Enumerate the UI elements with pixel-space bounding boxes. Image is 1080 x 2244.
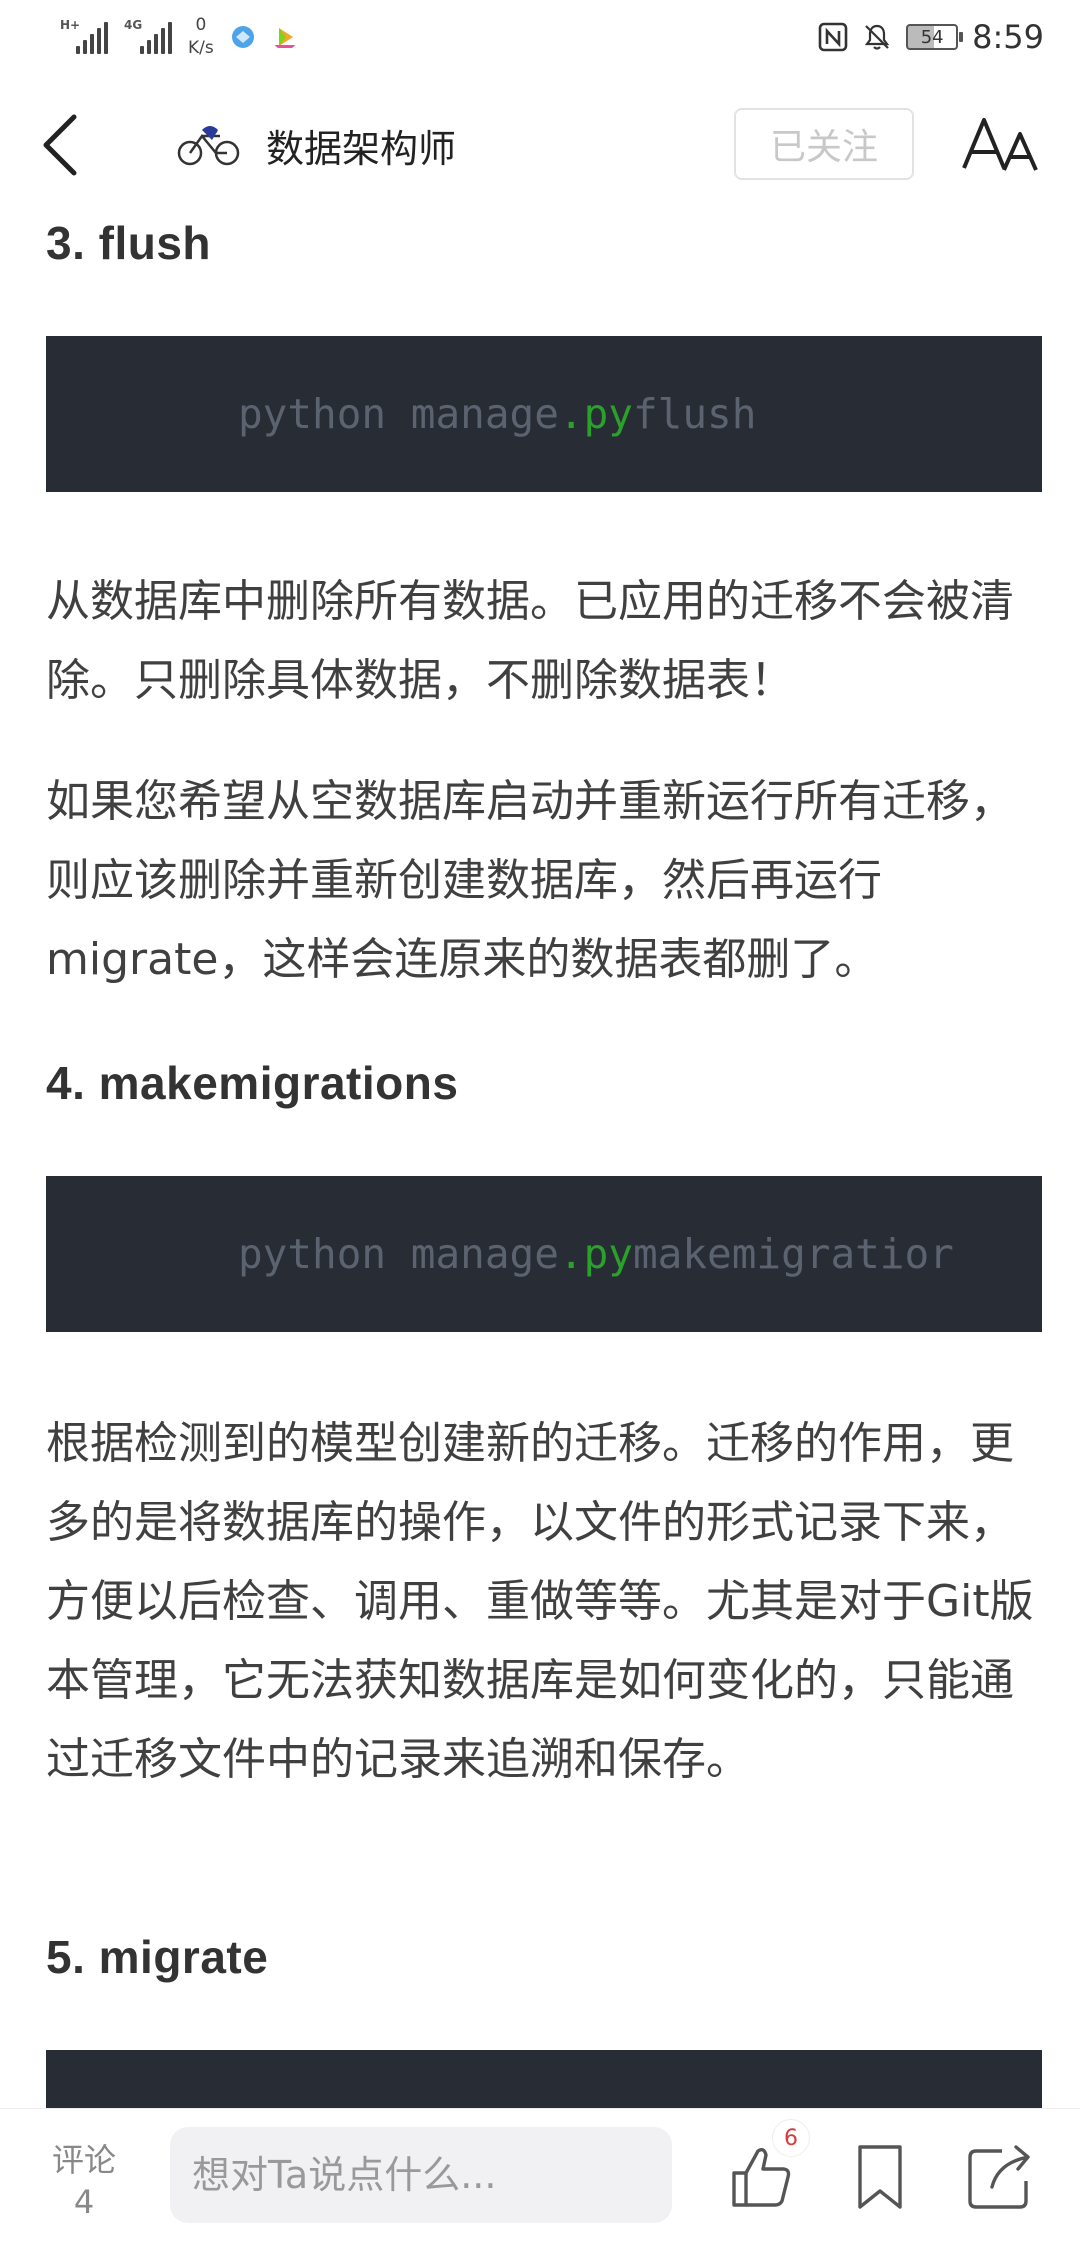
net-speed-value: 0 [195, 15, 207, 35]
clock: 8:59 [972, 18, 1044, 56]
section-heading: 5. migrate [46, 1931, 269, 1983]
net-speed-unit: K/s [188, 38, 214, 58]
bookmark-icon[interactable] [842, 2139, 918, 2215]
comment-input[interactable] [170, 2127, 672, 2223]
back-button[interactable] [40, 100, 110, 190]
share-icon[interactable] [962, 2139, 1038, 2215]
font-size-icon[interactable] [960, 110, 1040, 180]
battery-icon: 54 [906, 24, 964, 50]
bottom-action-bar: 评论 4 6 [0, 2108, 1080, 2244]
signal-tag: H+ [60, 18, 81, 32]
article-header: 数据架构师 已关注 [0, 90, 1080, 200]
author-name[interactable]: 数据架构师 [266, 118, 456, 173]
code-keyword: .py [558, 390, 633, 438]
code-block: python manage .py makemigratior [46, 1176, 1042, 1332]
signal-icon: H+ [60, 18, 108, 54]
code-text: python manage [238, 1230, 559, 1278]
section-heading: 4. makemigrations [46, 1057, 459, 1109]
chevron-left-icon [43, 114, 77, 176]
paragraph: 如果您希望从空数据库启动并重新运行所有迁移，则应该删除并重新创建数据库，然后再运… [46, 776, 1014, 985]
code-text: flush [632, 390, 757, 438]
paragraph: 从数据库中删除所有数据。已应用的迁移不会被清除。只删除具体数据，不删除数据表！ [46, 576, 1014, 706]
article-page: H+ 4G 0 K/s 54 8:59 数据架构师 已关注 3. flush p… [0, 0, 1080, 2244]
author-avatar[interactable] [176, 120, 242, 170]
status-bar: H+ 4G 0 K/s 54 8:59 [0, 0, 1080, 74]
code-text: python manage [238, 390, 559, 438]
code-keyword: .py [558, 1230, 633, 1278]
comment-count: 4 [73, 2183, 95, 2221]
comment-label: 评论 [51, 2141, 116, 2179]
nfc-icon [818, 22, 848, 52]
follow-button[interactable]: 已关注 [734, 108, 914, 180]
browser-app-icon [231, 26, 254, 48]
section-heading: 3. flush [46, 217, 212, 269]
code-block: python manage .py flush [46, 336, 1042, 492]
code-text: makemigratior [632, 1230, 954, 1278]
battery-level: 54 [920, 26, 944, 48]
like-count-badge: 6 [772, 2119, 810, 2157]
signal-icon: 4G [124, 18, 172, 54]
code-block [46, 2050, 1042, 2110]
bell-off-icon [864, 24, 890, 50]
network-speed: 0 K/s [188, 17, 214, 57]
paragraph: 根据检测到的模型创建新的迁移。迁移的作用，更多的是将数据库的操作，以文件的形式记… [46, 1418, 1034, 1785]
video-app-icon [273, 28, 296, 48]
comment-count-button[interactable]: 评论 4 [44, 2139, 124, 2223]
signal-tag: 4G [124, 18, 143, 32]
